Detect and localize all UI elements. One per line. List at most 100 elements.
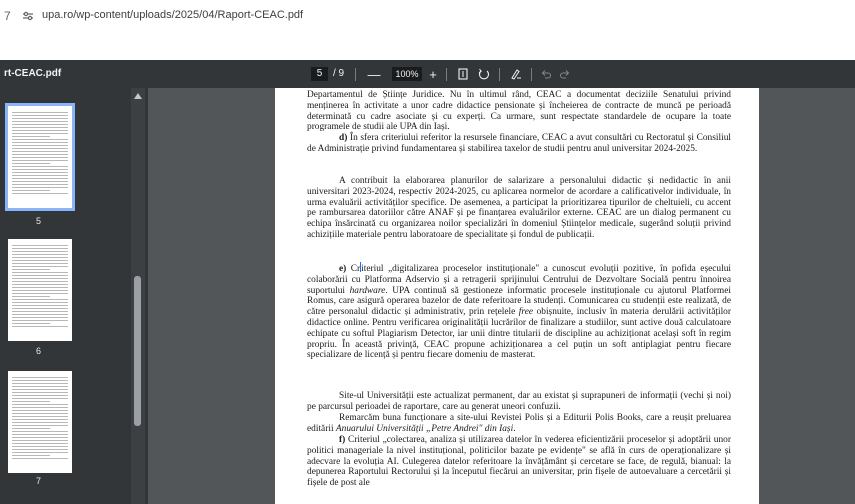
thumbnail-text-line bbox=[12, 398, 68, 399]
thumbnail-text-line bbox=[12, 422, 68, 423]
thumbnail-text-line bbox=[12, 458, 68, 459]
undo-icon[interactable] bbox=[539, 65, 553, 83]
thumbnail-text-line bbox=[12, 323, 50, 324]
paragraph-text: Criteriul „colectarea, analiza și utiliz… bbox=[307, 435, 731, 489]
thumbnail-text-line bbox=[12, 124, 68, 125]
annotate-icon[interactable] bbox=[508, 65, 524, 83]
thumbnail-text-line bbox=[12, 181, 68, 182]
thumbnail-text-line bbox=[12, 413, 68, 414]
thumbnail-text-line bbox=[12, 287, 68, 288]
page-thumbnail[interactable] bbox=[8, 371, 72, 473]
paragraph: e) Criteriul „digitalizarea proceselor i… bbox=[307, 262, 731, 361]
thumbnail-text-line bbox=[12, 311, 68, 312]
thumbnail-text-line bbox=[12, 320, 68, 321]
thumbnail-text-line bbox=[12, 136, 50, 137]
thumbnail-text-line bbox=[12, 148, 68, 149]
page-thumbnail[interactable] bbox=[5, 103, 75, 211]
thumbnail-text-line bbox=[12, 386, 68, 387]
thumbnail-text-line bbox=[12, 145, 68, 146]
browser-address-bar: 7 upa.ro/wp-content/uploads/2025/04/Rapo… bbox=[0, 0, 855, 60]
fit-page-icon[interactable] bbox=[455, 65, 471, 83]
site-info-icon[interactable] bbox=[17, 7, 39, 25]
scroll-up-icon[interactable] bbox=[134, 93, 142, 99]
redo-icon[interactable] bbox=[558, 65, 572, 83]
thumbnail-text-line bbox=[12, 434, 68, 435]
thumbnail-text-line bbox=[12, 416, 68, 417]
back-glyph[interactable]: 7 bbox=[4, 9, 11, 23]
thumbnail-text-line bbox=[12, 121, 68, 122]
thumbnail-text-line bbox=[12, 437, 68, 438]
thumbnail-text-line bbox=[12, 419, 68, 420]
thumbnail-text-line bbox=[12, 263, 68, 264]
thumbnail-text-line bbox=[12, 308, 68, 309]
thumbnail-text-line bbox=[12, 257, 68, 258]
thumbnail-page-number: 6 bbox=[36, 346, 42, 356]
thumbnail-text-line bbox=[12, 251, 68, 252]
zoom-input[interactable]: 100% bbox=[392, 67, 422, 81]
thumbnail-text-line bbox=[12, 187, 68, 188]
thumbnail-text-line bbox=[12, 139, 68, 140]
page-thumbnail[interactable] bbox=[8, 239, 72, 341]
pdf-page: Departamentul de Științe Juridice. Nu în… bbox=[275, 88, 759, 504]
thumbnail-text-line bbox=[12, 305, 68, 306]
thumbnail-text-line bbox=[12, 166, 68, 167]
thumbnail-text-line bbox=[12, 151, 68, 152]
paragraph: d) În sfera criteriului referitor la res… bbox=[307, 133, 731, 155]
thumbnail-text-line bbox=[12, 299, 68, 300]
italic-title: Anuarului Universității „Petre Andrei" d… bbox=[335, 423, 514, 434]
page-count: / 9 bbox=[333, 68, 345, 79]
thumbnail-text-line bbox=[12, 428, 50, 429]
thumbnail-text-line bbox=[12, 317, 68, 318]
toolbar-divider bbox=[355, 68, 356, 81]
thumbnail-text-line bbox=[12, 446, 68, 447]
pdf-toolbar: rt-CEAC.pdf 5 / 9 — 100% + bbox=[0, 60, 855, 88]
italic-term: hardware bbox=[349, 285, 386, 296]
paragraph-text: În sfera criteriului referitor la resurs… bbox=[307, 133, 731, 154]
thumbnail-text-line bbox=[12, 184, 68, 185]
rotate-icon[interactable] bbox=[476, 65, 492, 83]
thumbnail-text-line bbox=[12, 127, 68, 128]
thumbnail-text-line bbox=[12, 410, 68, 411]
thumbnail-text-line bbox=[12, 407, 68, 408]
thumbnail-text-line bbox=[12, 278, 68, 279]
thumbnail-text-line bbox=[12, 314, 68, 315]
sidebar-scroll-thumb[interactable] bbox=[134, 276, 141, 426]
url-field[interactable]: upa.ro/wp-content/uploads/2025/04/Raport… bbox=[42, 9, 303, 21]
thumbnail-text-line bbox=[12, 296, 50, 297]
paragraph: f) Criteriul „colectarea, analiza și uti… bbox=[307, 435, 731, 489]
thumbnail-text-line bbox=[12, 284, 68, 285]
thumbnail-text-line bbox=[12, 440, 68, 441]
thumbnail-text-line bbox=[12, 118, 68, 119]
thumbnail-text-line bbox=[12, 133, 68, 134]
thumbnail-text-line bbox=[12, 169, 68, 170]
toolbar-divider bbox=[499, 68, 500, 81]
thumbnail-text-line bbox=[12, 163, 50, 164]
thumbnail-text-line bbox=[12, 142, 68, 143]
thumbnail-text-line bbox=[12, 302, 68, 303]
thumbnail-text-line bbox=[12, 157, 68, 158]
thumbnail-text-line bbox=[12, 380, 68, 381]
thumbnail-text-line bbox=[12, 154, 68, 155]
paragraph-text: . bbox=[513, 423, 516, 434]
zoom-out-button[interactable]: — bbox=[366, 65, 382, 83]
thumbnail-text-line bbox=[12, 455, 50, 456]
thumbnail-text-line bbox=[12, 443, 68, 444]
thumbnail-text-line bbox=[12, 383, 68, 384]
thumbnail-text-line bbox=[12, 404, 68, 405]
document-viewer[interactable]: Departamentul de Științe Juridice. Nu în… bbox=[148, 88, 855, 504]
thumbnail-text-line bbox=[12, 425, 68, 426]
thumbnail-text-line bbox=[12, 449, 68, 450]
thumbnail-page-number: 7 bbox=[36, 476, 42, 486]
thumbnail-text-line bbox=[12, 269, 50, 270]
thumbnail-text-line bbox=[12, 190, 50, 191]
thumbnail-text-line bbox=[12, 272, 68, 273]
paragraph: Remarcăm buna funcționare a site-ului Re… bbox=[307, 413, 731, 435]
thumbnail-text-line bbox=[12, 395, 68, 396]
paragraph: A contribuit la elaborarea planurilor de… bbox=[307, 176, 731, 240]
page-number-input[interactable]: 5 bbox=[311, 67, 328, 81]
zoom-in-button[interactable]: + bbox=[426, 65, 440, 83]
thumbnail-text-line bbox=[12, 260, 68, 261]
thumbnail-text-line bbox=[12, 452, 68, 453]
thumbnail-page-number: 5 bbox=[36, 216, 42, 226]
paragraph-text: Cr bbox=[346, 264, 361, 274]
